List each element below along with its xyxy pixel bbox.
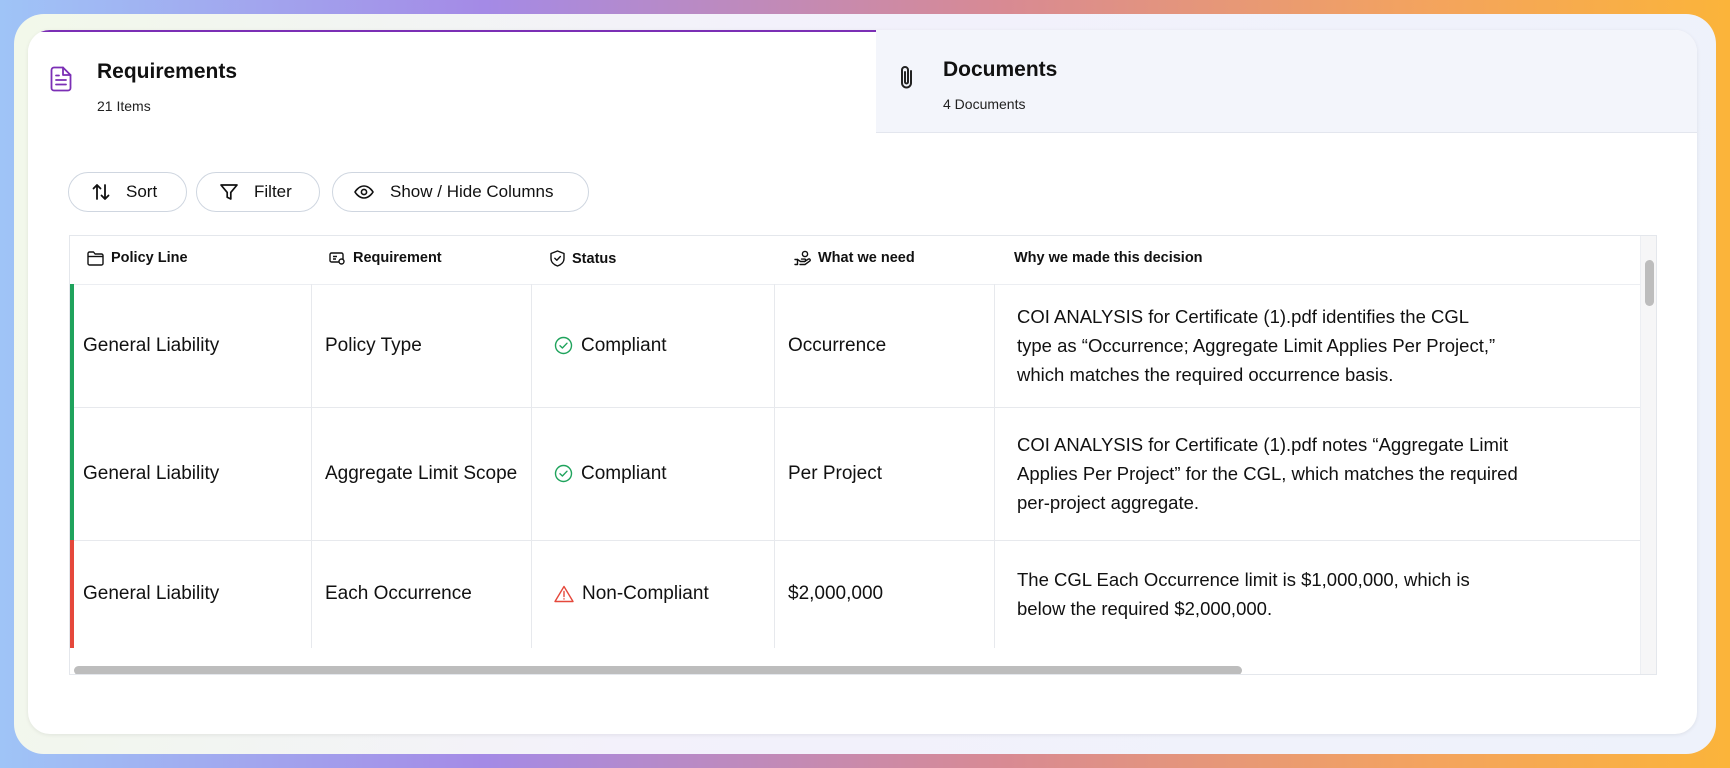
requirement-icon bbox=[329, 251, 345, 265]
horizontal-scrollbar-thumb[interactable] bbox=[74, 666, 1242, 674]
table-row[interactable]: General Liability Each Occurrence Non-Co… bbox=[70, 540, 1640, 648]
show-hide-columns-button[interactable]: Show / Hide Columns bbox=[332, 172, 589, 212]
requirements-table: Policy Line Requirement Status What we n… bbox=[69, 235, 1657, 675]
table-row[interactable]: General Liability Policy Type Compliant … bbox=[70, 284, 1640, 408]
status-label: Compliant bbox=[581, 462, 667, 484]
cell-requirement: Aggregate Limit Scope bbox=[311, 407, 532, 540]
cell-what-we-need: Occurrence bbox=[774, 284, 995, 407]
reason-text: The CGL Each Occurrence limit is $1,000,… bbox=[1017, 569, 1470, 619]
show-hide-columns-label: Show / Hide Columns bbox=[390, 182, 554, 201]
check-circle-icon bbox=[554, 464, 573, 483]
status-label: Non-Compliant bbox=[582, 583, 709, 604]
cell-policy-line: General Liability bbox=[83, 462, 220, 484]
document-icon bbox=[50, 66, 72, 97]
cell-status: Compliant bbox=[531, 407, 783, 540]
hand-coins-icon bbox=[794, 250, 811, 266]
reason-text: COI ANALYSIS for Certificate (1).pdf ide… bbox=[1017, 306, 1496, 385]
cell-what-we-need: Per Project bbox=[774, 407, 995, 540]
sort-button-label: Sort bbox=[126, 182, 158, 201]
cell-policy-line: General Liability bbox=[83, 583, 220, 604]
cell-requirement: Each Occurrence bbox=[311, 540, 532, 648]
column-header-policy-line[interactable]: Policy Line bbox=[87, 250, 188, 266]
filter-button[interactable]: Filter bbox=[196, 172, 320, 212]
check-circle-icon bbox=[554, 336, 573, 355]
warning-triangle-icon bbox=[554, 585, 574, 603]
requirements-panel: Requirements 21 Items Documents 4 Docume… bbox=[28, 30, 1697, 734]
cell-what-we-need: $2,000,000 bbox=[774, 540, 995, 648]
cell-status: Compliant bbox=[531, 284, 783, 407]
paperclip-icon bbox=[896, 64, 918, 97]
sort-icon bbox=[92, 184, 110, 200]
column-header-what-we-need[interactable]: What we need bbox=[794, 250, 915, 266]
table-header: Policy Line Requirement Status What we n… bbox=[70, 236, 1640, 285]
shield-check-icon bbox=[550, 250, 565, 267]
cell-status: Non-Compliant bbox=[531, 540, 783, 648]
eye-icon bbox=[354, 185, 374, 199]
status-indicator-bar bbox=[70, 540, 74, 648]
filter-icon bbox=[220, 184, 238, 200]
tab-documents-title: Documents bbox=[943, 58, 1058, 81]
tab-requirements-count: 21 Items bbox=[97, 98, 151, 114]
cell-requirement: Policy Type bbox=[311, 284, 532, 407]
cell-policy-line: General Liability bbox=[83, 334, 220, 356]
folder-icon bbox=[87, 250, 104, 266]
status-indicator-bar bbox=[70, 407, 74, 540]
sort-button[interactable]: Sort bbox=[68, 172, 187, 212]
table-row[interactable]: General Liability Aggregate Limit Scope … bbox=[70, 407, 1640, 541]
cell-reason: The CGL Each Occurrence limit is $1,000,… bbox=[994, 540, 1647, 648]
reason-text: COI ANALYSIS for Certificate (1).pdf not… bbox=[1017, 434, 1518, 513]
column-header-status[interactable]: Status bbox=[550, 250, 616, 267]
column-header-why-we-made-this-decision[interactable]: Why we made this decision bbox=[1014, 250, 1203, 266]
cell-reason: COI ANALYSIS for Certificate (1).pdf ide… bbox=[994, 284, 1647, 407]
column-header-requirement[interactable]: Requirement bbox=[329, 250, 442, 266]
tab-documents[interactable]: Documents 4 Documents bbox=[876, 30, 1697, 133]
tab-requirements[interactable]: Requirements 21 Items bbox=[28, 30, 876, 133]
status-indicator-bar bbox=[70, 284, 74, 407]
vertical-scrollbar-thumb[interactable] bbox=[1645, 260, 1654, 306]
filter-button-label: Filter bbox=[254, 182, 292, 201]
tab-documents-count: 4 Documents bbox=[943, 96, 1026, 112]
status-label: Compliant bbox=[581, 334, 667, 356]
cell-reason: COI ANALYSIS for Certificate (1).pdf not… bbox=[994, 407, 1647, 540]
tab-requirements-title: Requirements bbox=[97, 60, 238, 83]
